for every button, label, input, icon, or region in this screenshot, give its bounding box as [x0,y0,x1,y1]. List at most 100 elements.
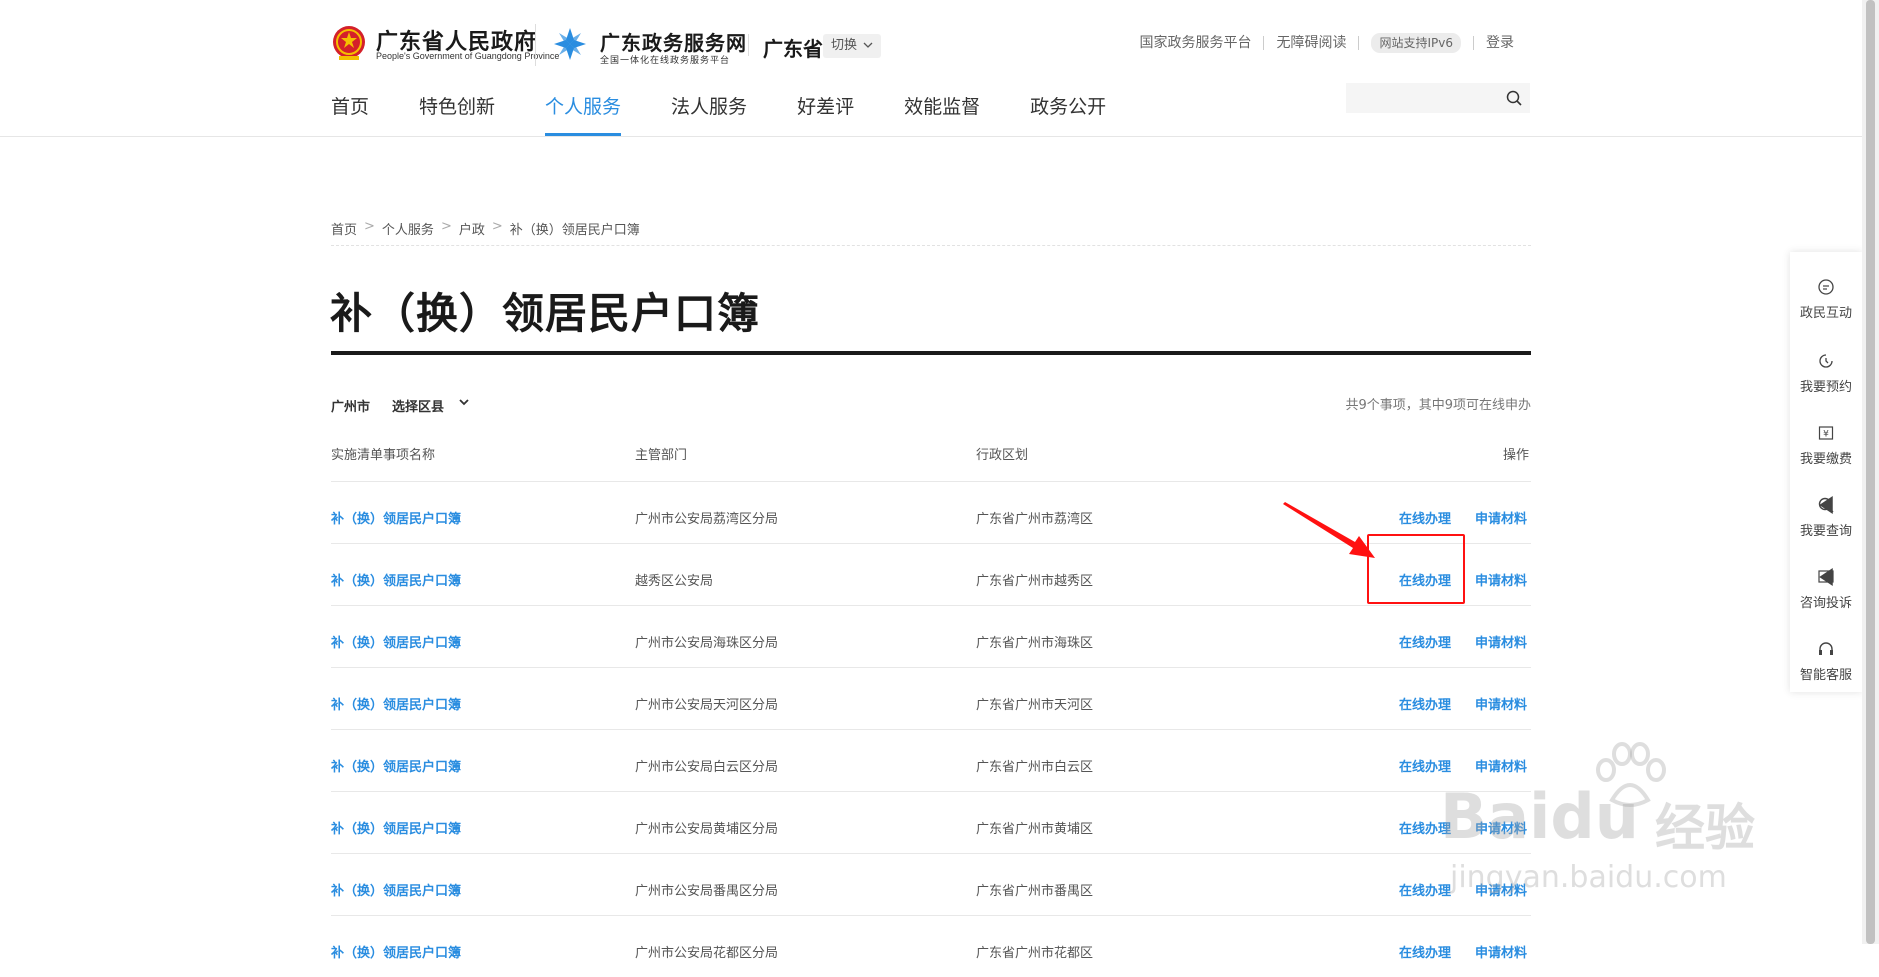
annotation-highlight-box [1367,534,1465,604]
online-apply-link[interactable]: 在线办理 [1399,508,1451,527]
region-cell: 广东省广州市越秀区 [976,574,1094,589]
sidebar-label: 智能客服 [1799,668,1852,683]
table-row: 补（换）领居民户口簿 广州市公安局番禺区分局 广东省广州市番禺区 在线办理 申请… [331,853,1531,915]
payment-icon: ¥ [1818,426,1834,440]
item-name-link[interactable]: 补（换）领居民户口簿 [331,942,461,961]
item-name-link[interactable]: 补（换）领居民户口簿 [331,508,461,527]
sidebar-item-interaction[interactable]: 政民互动 [1790,262,1862,322]
table-row: 补（换）领居民户口簿 广州市公安局白云区分局 广东省广州市白云区 在线办理 申请… [331,729,1531,791]
table-row: 补（换）领居民户口簿 广州市公安局海珠区分局 广东省广州市海珠区 在线办理 申请… [331,605,1531,667]
materials-link[interactable]: 申请材料 [1475,570,1527,589]
current-province: 广东省 [763,37,823,61]
breadcrumb-household[interactable]: 户政 [459,219,485,238]
watermark-brand-cn: 经验 [1655,799,1755,857]
item-name-link[interactable]: 补（换）领居民户口簿 [331,756,461,775]
clock-icon [1819,354,1833,368]
breadcrumb-divider [331,245,1531,246]
sidebar-item-complaint[interactable]: 咨询投诉 [1790,552,1862,612]
chevron-down-icon [863,42,873,48]
dept-cell: 广州市公安局海珠区分局 [635,636,779,651]
materials-link[interactable]: 申请材料 [1475,508,1527,527]
nav-supervision[interactable]: 效能监督 [904,92,980,136]
sidebar-item-query[interactable]: 我要查询 [1790,480,1862,540]
page-title: 补（换）领居民户口簿 [330,289,761,338]
dept-cell: 越秀区公安局 [635,574,714,589]
column-header-actions: 操作 [1503,448,1530,463]
online-apply-link[interactable]: 在线办理 [1399,942,1451,961]
region-cell: 广东省广州市番禺区 [976,884,1094,899]
materials-link[interactable]: 申请材料 [1475,694,1527,713]
national-emblem-icon[interactable] [331,24,367,62]
region-cell: 广东省广州市黄埔区 [976,822,1094,837]
header-divider-2 [748,34,749,56]
nav-personal-services[interactable]: 个人服务 [545,92,622,136]
chat-icon [1818,279,1834,295]
sidebar-item-customer-service[interactable]: 智能客服 [1790,624,1862,684]
breadcrumb-separator: > [440,219,452,234]
dept-cell: 广州市公安局花都区分局 [635,946,779,961]
region-cell: 广东省广州市花都区 [976,946,1094,961]
region-cell: 广东省广州市白云区 [976,760,1094,775]
ipv6-support: 网站支持IPv6 [1358,33,1473,53]
region-cell: 广东省广州市海珠区 [976,636,1094,651]
login-link[interactable]: 登录 [1473,36,1514,50]
district-select[interactable]: 选择区县 [392,396,444,415]
search-input[interactable] [1346,83,1530,113]
service-network-logo-icon[interactable] [552,26,588,62]
svg-text:¥: ¥ [1823,430,1829,440]
online-apply-link[interactable]: 在线办理 [1399,632,1451,651]
dept-cell: 广州市公安局番禺区分局 [635,884,779,899]
switch-province-button[interactable]: 切换 [823,34,882,58]
item-name-link[interactable]: 补（换）领居民户口簿 [331,880,461,899]
materials-link[interactable]: 申请材料 [1475,632,1527,651]
sidebar-label: 我要查询 [1799,524,1852,539]
dept-cell: 广州市公安局白云区分局 [635,760,779,775]
dept-cell: 广州市公安局荔湾区分局 [635,512,779,527]
sidebar-label: 政民互动 [1799,306,1852,321]
floating-sidebar: 政民互动 我要预约 ¥ 我要缴费 我要查询 咨询投诉 智能客服 [1790,252,1862,692]
site-header: 广东省人民政府 People's Government of Guangdong… [0,0,1862,137]
paw-logo-icon [1596,742,1666,807]
gov-subtitle: People's Government of Guangdong Provinc… [376,51,560,61]
scrollbar-thumb[interactable] [1866,0,1875,944]
accessibility-link[interactable]: 无障碍阅读 [1263,36,1358,50]
item-name-link[interactable]: 补（换）领居民户口簿 [331,570,461,589]
top-links: 国家政务服务平台 无障碍阅读 网站支持IPv6 登录 [1127,33,1514,53]
headset-icon [1819,642,1833,655]
nav-legal-entity-services[interactable]: 法人服务 [671,92,747,136]
item-name-link[interactable]: 补（换）领居民户口簿 [331,694,461,713]
complaint-icon [1818,570,1834,583]
header-divider [535,24,536,66]
table-row: 补（换）领居民户口簿 广州市公安局黄埔区分局 广东省广州市黄埔区 在线办理 申请… [331,791,1531,853]
materials-link[interactable]: 申请材料 [1475,942,1527,961]
online-apply-link[interactable]: 在线办理 [1399,694,1451,713]
sidebar-item-appointment[interactable]: 我要预约 [1790,336,1862,396]
nav-rating[interactable]: 好差评 [797,92,854,136]
main-nav: 首页 特色创新 个人服务 法人服务 好差评 效能监督 政务公开 [331,92,1156,136]
search-icon[interactable] [1506,90,1522,106]
column-header-name: 实施清单事项名称 [331,448,436,463]
sidebar-label: 我要预约 [1799,380,1852,395]
breadcrumb-separator: > [364,219,375,234]
chevron-down-icon[interactable] [458,396,470,408]
column-header-dept: 主管部门 [635,448,688,463]
region-cell: 广东省广州市天河区 [976,698,1094,713]
national-platform-link[interactable]: 国家政务服务平台 [1127,36,1263,50]
service-title[interactable]: 广东政务服务网 [600,27,747,56]
breadcrumb-personal-services[interactable]: 个人服务 [382,219,434,238]
nav-home[interactable]: 首页 [331,92,369,136]
item-name-link[interactable]: 补（换）领居民户口簿 [331,632,461,651]
city-filter: 广州市 [331,400,371,415]
ipv6-badge: 网站支持IPv6 [1371,33,1461,53]
watermark: Baidu 经验 jingyan.baidu.com [1440,740,1790,920]
item-name-link[interactable]: 补（换）领居民户口簿 [331,818,461,837]
sidebar-label: 咨询投诉 [1799,596,1852,611]
sidebar-item-payment[interactable]: ¥ 我要缴费 [1790,408,1862,468]
breadcrumb-home[interactable]: 首页 [331,219,357,238]
dept-cell: 广州市公安局黄埔区分局 [635,822,779,837]
title-rule [331,351,1531,355]
nav-gov-affairs[interactable]: 政务公开 [1030,92,1106,136]
table-row: 补（换）领居民户口簿 广州市公安局天河区分局 广东省广州市天河区 在线办理 申请… [331,667,1531,729]
watermark-url: jingyan.baidu.com [1450,860,1727,895]
nav-innovation[interactable]: 特色创新 [419,92,495,136]
